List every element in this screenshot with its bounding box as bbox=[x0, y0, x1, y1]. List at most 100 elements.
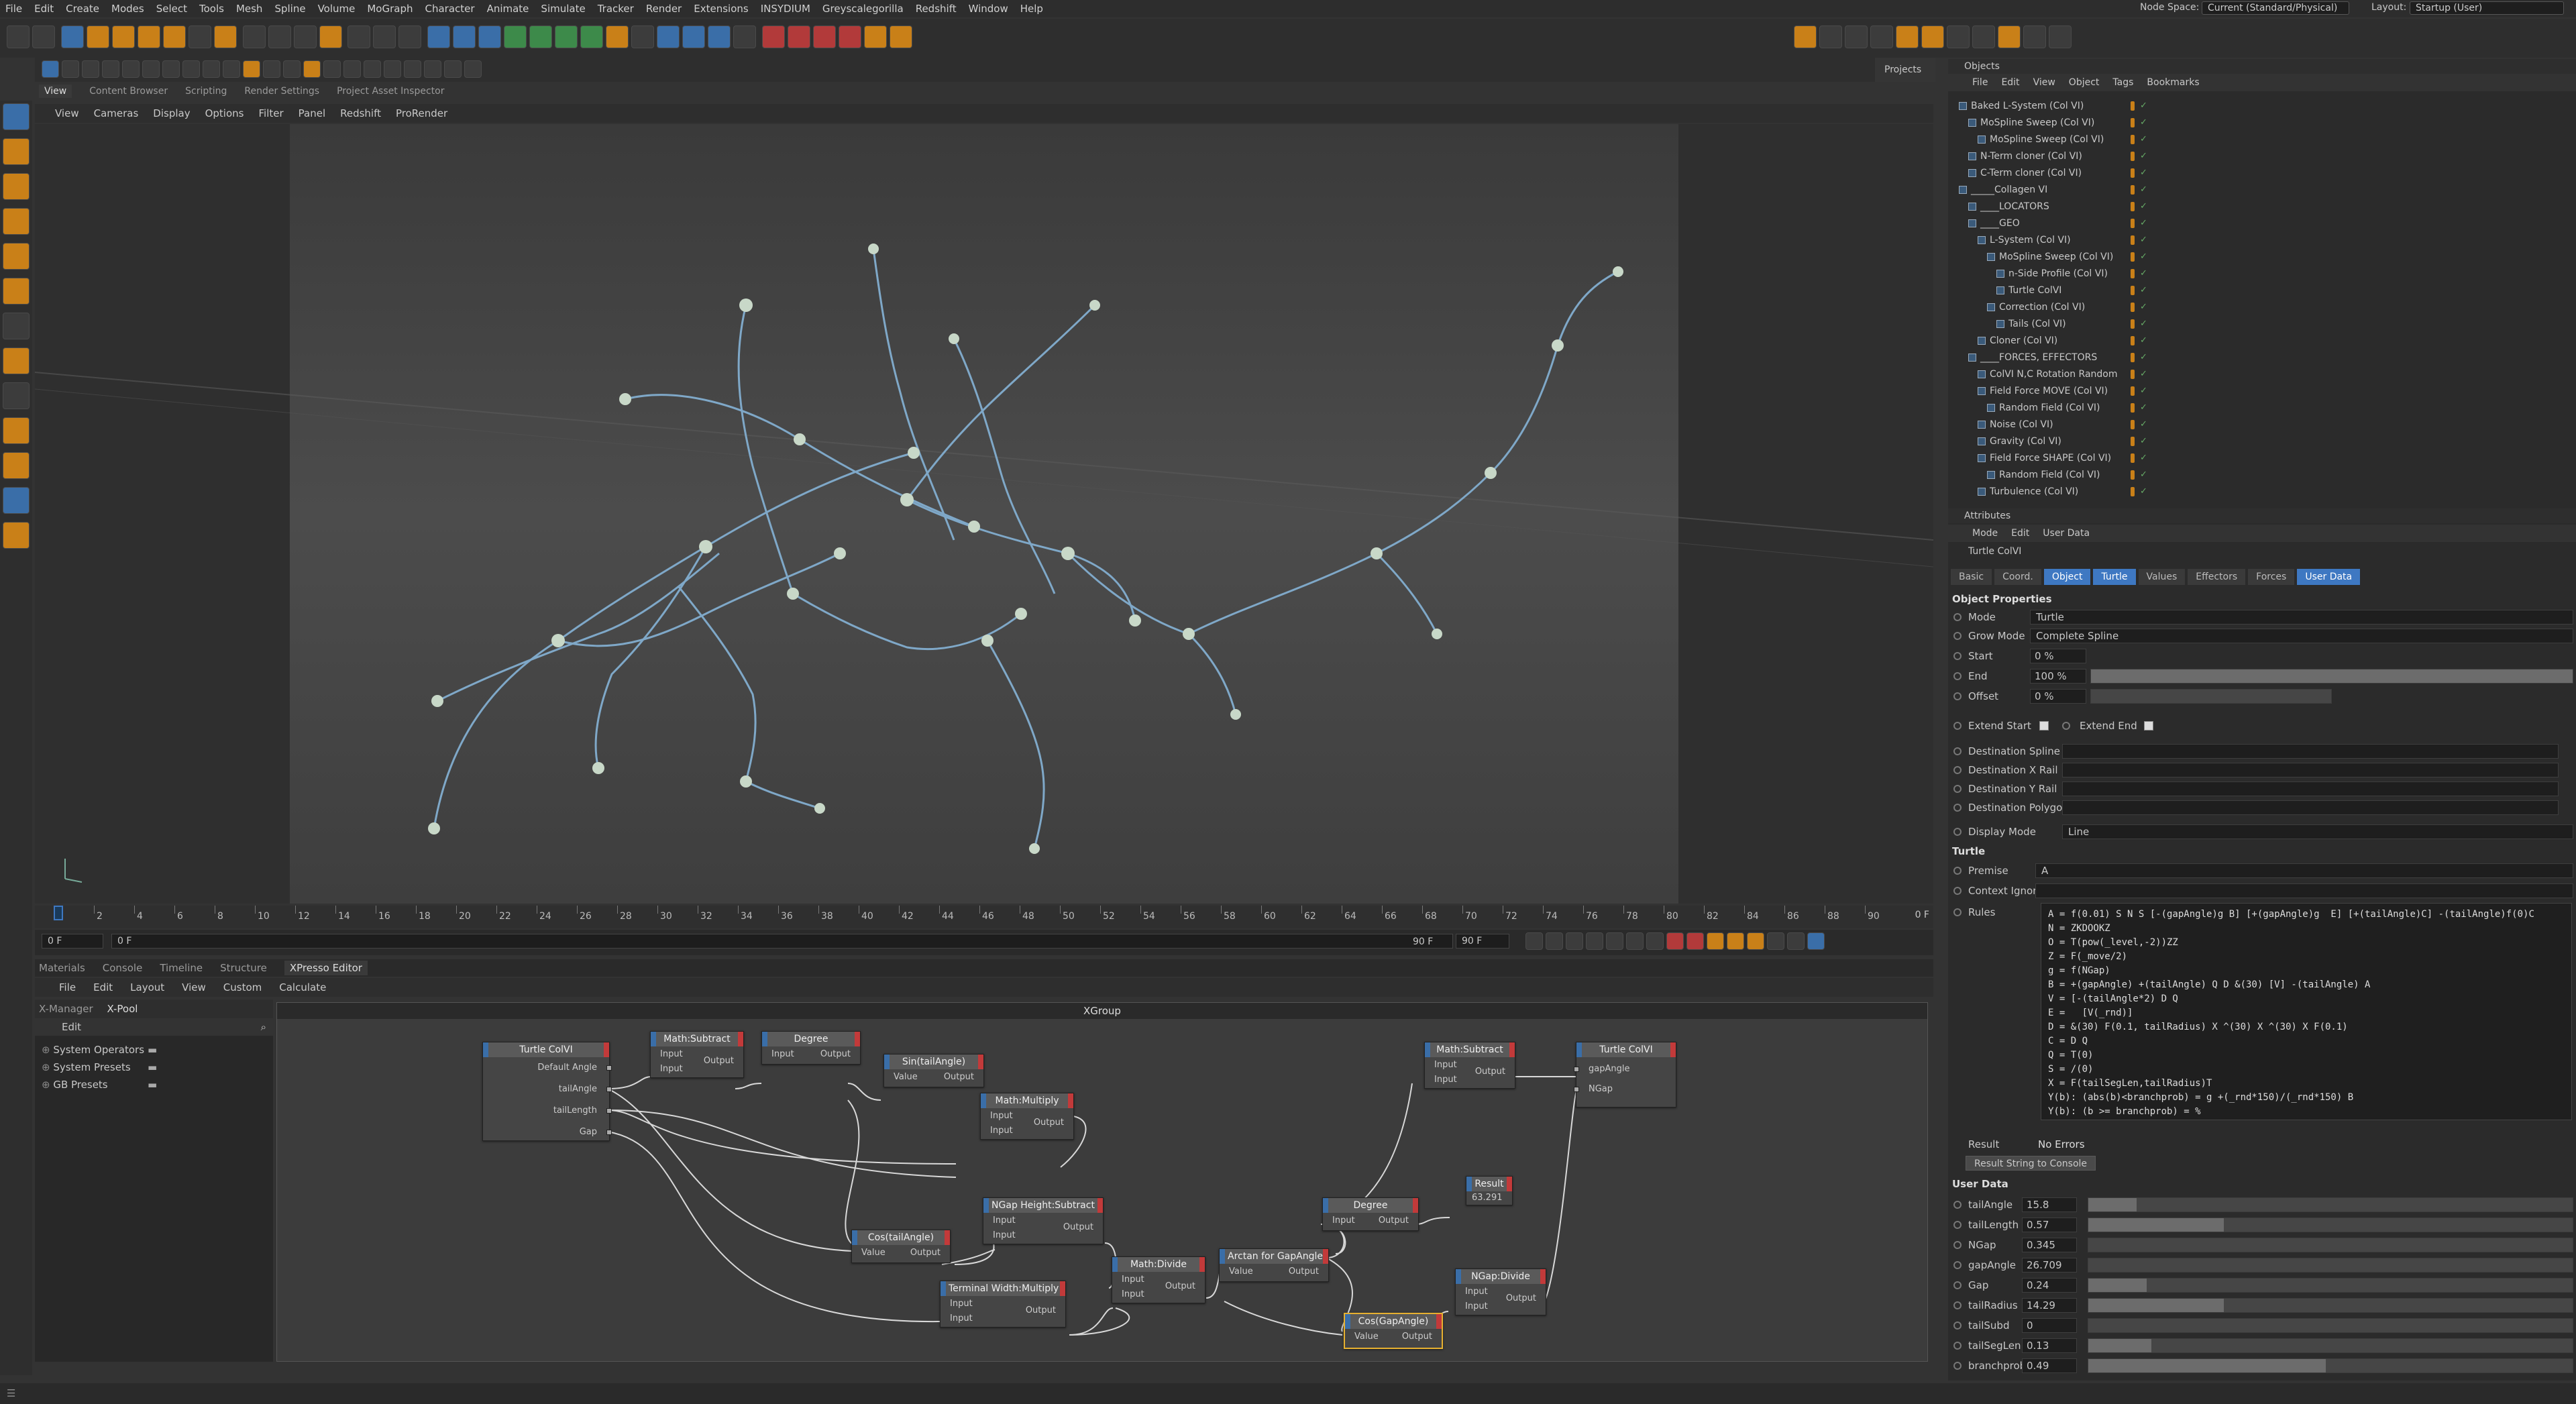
render-queue-icon[interactable] bbox=[1870, 25, 1893, 48]
node-degree[interactable]: Degree Input Output bbox=[1322, 1197, 1419, 1231]
menu-mograph[interactable]: MoGraph bbox=[367, 3, 413, 15]
visibility-dots-icon[interactable] bbox=[2131, 286, 2135, 295]
tab-timeline[interactable]: Timeline bbox=[160, 962, 203, 974]
enable-check-icon[interactable]: ✓ bbox=[2140, 151, 2147, 162]
xgroup-graph[interactable]: XGroup Turtle ColVI Default Angle tailAn… bbox=[276, 1002, 1928, 1362]
live-select-icon[interactable] bbox=[162, 25, 186, 48]
projects-tab[interactable]: Projects bbox=[1875, 58, 1935, 82]
object-name[interactable]: C-Term cloner (Col VI) bbox=[1980, 165, 2082, 182]
snap-3d-icon[interactable] bbox=[263, 60, 280, 78]
object-name[interactable]: n-Side Profile (Col VI) bbox=[2008, 266, 2108, 282]
obj-menu-bookmarks[interactable]: Bookmarks bbox=[2147, 74, 2199, 91]
object-row[interactable]: Noise (Col VI) ✓ bbox=[1948, 417, 2576, 433]
workplane-icon[interactable] bbox=[283, 60, 301, 78]
visibility-dots-icon[interactable] bbox=[2131, 370, 2135, 379]
enable-check-icon[interactable]: ✓ bbox=[2140, 285, 2147, 296]
node-math-multiply[interactable]: Math:Multiply Input Input Output bbox=[980, 1093, 1074, 1140]
visibility-dots-icon[interactable] bbox=[2131, 118, 2135, 127]
scale-icon[interactable] bbox=[111, 25, 135, 48]
xpool-item-system-operators[interactable]: System Operators bbox=[53, 1044, 144, 1056]
menu-greyscalegorilla[interactable]: Greyscalegorilla bbox=[822, 3, 904, 15]
cube-icon[interactable] bbox=[427, 25, 451, 48]
window-icon[interactable] bbox=[1845, 25, 1868, 48]
tab-xpresso-editor[interactable]: XPresso Editor bbox=[284, 961, 368, 975]
xmanager-edit-menu[interactable]: Edit bbox=[62, 1021, 81, 1033]
object-name[interactable]: Random Field (Col VI) bbox=[1999, 467, 2100, 484]
enable-check-icon[interactable]: ✓ bbox=[2140, 436, 2147, 447]
xp-menu-layout[interactable]: Layout bbox=[130, 981, 164, 993]
select-icon[interactable] bbox=[60, 25, 84, 48]
object-name[interactable]: Noise (Col VI) bbox=[1990, 417, 2053, 433]
keyframe-radio[interactable] bbox=[1953, 692, 1962, 700]
y-axis-icon[interactable] bbox=[268, 25, 291, 48]
output-port[interactable] bbox=[606, 1108, 612, 1114]
viewport-menu-display[interactable]: Display bbox=[153, 107, 190, 119]
offset-field[interactable]: 0 % bbox=[2030, 689, 2086, 704]
keyframe-radio[interactable] bbox=[1953, 828, 1962, 836]
enable-check-icon[interactable]: ✓ bbox=[2140, 252, 2147, 262]
object-name[interactable]: Turbulence (Col VI) bbox=[1990, 484, 2078, 500]
enable-check-icon[interactable]: ✓ bbox=[2140, 453, 2147, 464]
node-math-subtract[interactable]: Math:Subtract Input Input Output bbox=[1424, 1042, 1515, 1089]
visibility-dots-icon[interactable] bbox=[2131, 487, 2135, 496]
rules-textarea[interactable]: A = f(0.01) S N S [-(gapAngle)g B] [+(ga… bbox=[2041, 903, 2572, 1120]
viewport-menu-view[interactable]: View bbox=[55, 107, 79, 119]
texture-mode-icon[interactable] bbox=[62, 60, 79, 78]
visibility-dots-icon[interactable] bbox=[2131, 101, 2135, 111]
viewport-menu-panel[interactable]: Panel bbox=[299, 107, 325, 119]
enable-check-icon[interactable]: ✓ bbox=[2140, 184, 2147, 195]
rotate-icon[interactable] bbox=[137, 25, 160, 48]
menu-animate[interactable]: Animate bbox=[487, 3, 529, 15]
extend-start-checkbox[interactable] bbox=[2039, 721, 2049, 731]
user-data-value-field[interactable]: 0.24 bbox=[2022, 1278, 2077, 1293]
sculpt-s-icon[interactable] bbox=[3, 347, 30, 374]
menu-create[interactable]: Create bbox=[66, 3, 99, 15]
node-cos-gapangle[interactable]: Cos(GapAngle) Value Output bbox=[1344, 1313, 1443, 1349]
tab-x-manager[interactable]: X-Manager bbox=[39, 1003, 93, 1015]
undo-icon[interactable] bbox=[7, 25, 30, 48]
visibility-dots-icon[interactable] bbox=[2131, 185, 2135, 195]
lock-workplane-icon[interactable] bbox=[3, 417, 30, 444]
object-row[interactable]: Random Field (Col VI) ✓ bbox=[1948, 400, 2576, 417]
object-row[interactable]: Correction (Col VI) ✓ bbox=[1948, 299, 2576, 316]
subdivision-icon[interactable] bbox=[529, 25, 553, 48]
z-axis-icon[interactable] bbox=[293, 25, 317, 48]
object-row[interactable]: L-System (Col VI) ✓ bbox=[1948, 232, 2576, 249]
visibility-dots-icon[interactable] bbox=[2131, 403, 2135, 413]
object-row[interactable]: _____Collagen VI ✓ bbox=[1948, 182, 2576, 199]
next-frame-icon[interactable] bbox=[1606, 932, 1623, 950]
isoparm-icon[interactable] bbox=[444, 60, 462, 78]
menu-volume[interactable]: Volume bbox=[318, 3, 356, 15]
object-name[interactable]: ____GEO bbox=[1980, 215, 2020, 232]
xp-menu-custom[interactable]: Custom bbox=[223, 981, 262, 993]
dest-spline-link[interactable] bbox=[2062, 744, 2559, 759]
user-data-slider[interactable] bbox=[2088, 1197, 2573, 1212]
floor-icon[interactable] bbox=[708, 25, 731, 48]
point-tool-icon[interactable] bbox=[3, 173, 30, 200]
object-row[interactable]: ____GEO ✓ bbox=[1948, 215, 2576, 232]
node-cos-tailangle[interactable]: Cos(tailAngle) Value Output bbox=[851, 1230, 951, 1263]
object-row[interactable]: n-Side Profile (Col VI) ✓ bbox=[1948, 266, 2576, 282]
visibility-dots-icon[interactable] bbox=[2131, 135, 2135, 144]
tab-console[interactable]: Console bbox=[103, 962, 143, 974]
display-mode-dropdown[interactable]: Line bbox=[2062, 824, 2573, 839]
object-name[interactable]: N-Term cloner (Col VI) bbox=[1980, 148, 2082, 165]
layout-dropdown[interactable]: Startup (User) bbox=[2410, 1, 2564, 15]
user-data-value-field[interactable]: 14.29 bbox=[2022, 1298, 2077, 1313]
object-name[interactable]: Field Force MOVE (Col VI) bbox=[1990, 383, 2108, 400]
object-name[interactable]: ____LOCATORS bbox=[1980, 199, 2049, 215]
keyframe-radio[interactable] bbox=[1953, 1281, 1962, 1289]
visibility-dots-icon[interactable] bbox=[2131, 353, 2135, 362]
visibility-dots-icon[interactable] bbox=[2131, 235, 2135, 245]
visibility-dots-icon[interactable] bbox=[2131, 437, 2135, 446]
keyframe-radio[interactable] bbox=[1953, 1321, 1962, 1330]
enable-check-icon[interactable]: ✓ bbox=[2140, 201, 2147, 212]
visibility-dots-icon[interactable] bbox=[2131, 252, 2135, 262]
texture-icon[interactable] bbox=[2049, 25, 2072, 48]
menu-tools[interactable]: Tools bbox=[199, 3, 224, 15]
object-row[interactable]: Tails (Col VI) ✓ bbox=[1948, 316, 2576, 333]
object-row[interactable]: Field Force MOVE (Col VI) ✓ bbox=[1948, 383, 2576, 400]
menu-simulate[interactable]: Simulate bbox=[541, 3, 585, 15]
attr-menu-mode[interactable]: Mode bbox=[1972, 525, 1998, 542]
mode-dropdown[interactable]: Turtle bbox=[2030, 610, 2573, 625]
